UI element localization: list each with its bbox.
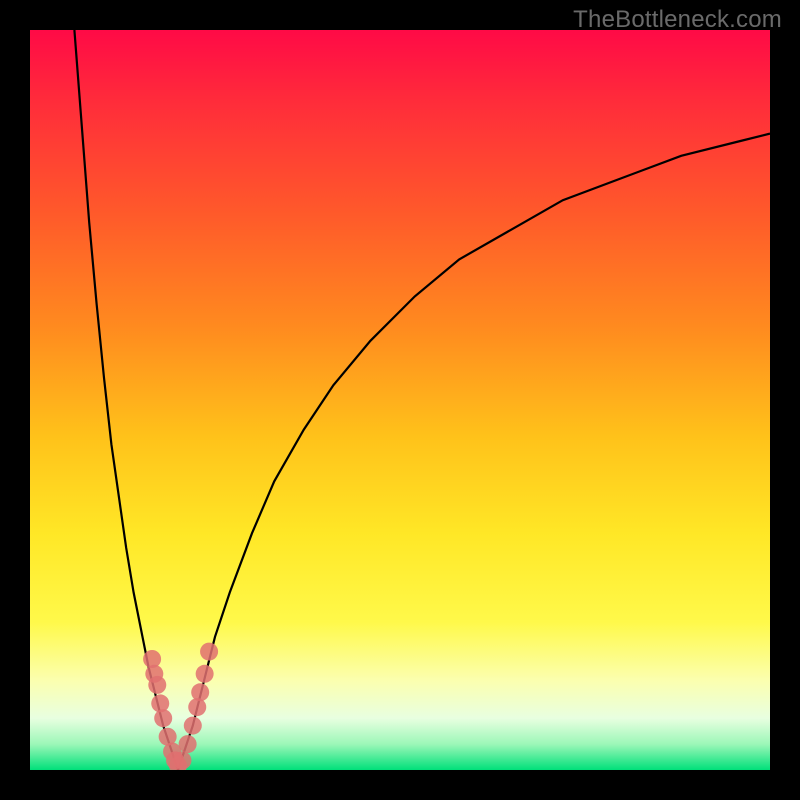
data-marker — [151, 694, 169, 712]
data-marker — [196, 665, 214, 683]
data-marker — [200, 643, 218, 661]
data-marker — [173, 751, 191, 769]
data-marker — [179, 735, 197, 753]
data-marker — [184, 717, 202, 735]
outer-frame: TheBottleneck.com — [0, 0, 800, 800]
gradient-background — [30, 30, 770, 770]
data-marker — [148, 676, 166, 694]
plot-area — [30, 30, 770, 770]
data-marker — [154, 709, 172, 727]
chart-svg — [30, 30, 770, 770]
data-marker — [188, 698, 206, 716]
data-marker — [191, 683, 209, 701]
watermark-text: TheBottleneck.com — [573, 6, 782, 34]
